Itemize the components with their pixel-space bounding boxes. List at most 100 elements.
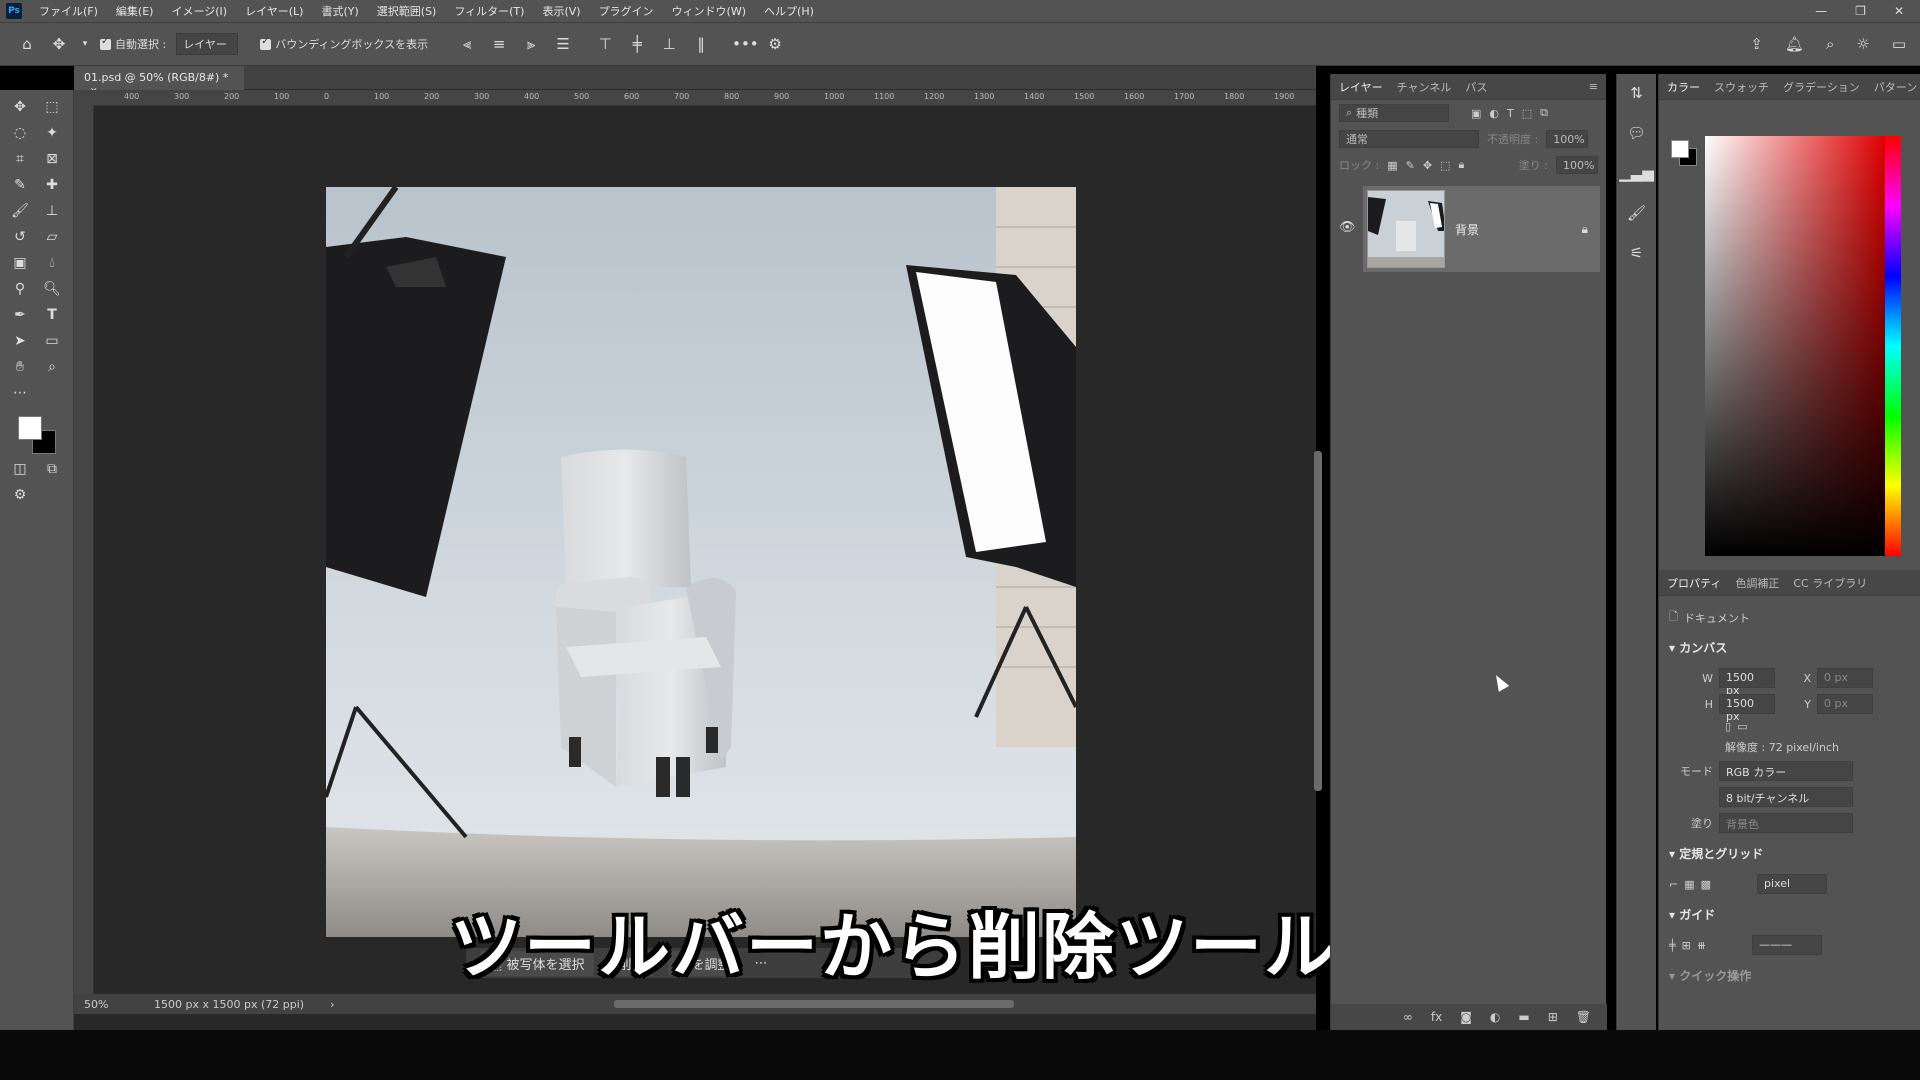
menu-select[interactable]: 選択範囲(S)	[368, 3, 446, 19]
path-select-tool-icon[interactable]: ➤	[4, 328, 36, 354]
gradient-tool-icon[interactable]: ▣	[4, 250, 36, 276]
adjustment-layer-icon[interactable]: ◐	[1490, 1010, 1500, 1024]
quick-mask-icon[interactable]: ◫	[4, 456, 36, 482]
burn-tool-icon[interactable]: ⚲	[4, 276, 36, 302]
auto-select-checkbox[interactable]: 自動選択 :	[100, 36, 166, 52]
distribute-vertical-icon[interactable]: ‖	[690, 35, 712, 53]
close-button[interactable]: ✕	[1894, 4, 1904, 18]
workspace-icon[interactable]: ▭	[1892, 35, 1906, 53]
canvas-image[interactable]	[326, 187, 1076, 937]
color-mode-dropdown[interactable]: RGB カラー	[1719, 761, 1853, 781]
foreground-color-swatch[interactable]	[1671, 140, 1689, 158]
screen-mode-icon[interactable]: ⧉	[36, 456, 68, 482]
crop-tool-icon[interactable]: ⌗	[4, 146, 36, 172]
lock-position-icon[interactable]: ✥	[1423, 159, 1432, 172]
blend-mode-dropdown[interactable]: 通常	[1339, 130, 1479, 148]
canvas-section-title[interactable]: ▾ カンバス	[1669, 633, 1910, 662]
menu-image[interactable]: イメージ(I)	[162, 3, 236, 19]
align-left-icon[interactable]: ⫷	[456, 35, 478, 53]
ruler-icon[interactable]: ⌐	[1669, 878, 1678, 891]
width-field[interactable]: 1500 px	[1719, 668, 1775, 697]
lock-pixels-icon[interactable]: ✎	[1406, 159, 1415, 172]
layer-name[interactable]: 背景	[1455, 221, 1479, 238]
bell-icon[interactable]: 🔔︎	[1785, 35, 1804, 53]
x-field[interactable]: 0 px	[1817, 668, 1873, 688]
tab-gradients[interactable]: グラデーション	[1783, 79, 1860, 95]
filter-adjustment-icon[interactable]: ◐	[1489, 107, 1499, 120]
marquee-tool-icon[interactable]: ⬚	[36, 94, 68, 120]
share-icon[interactable]: ⇪	[1750, 35, 1763, 53]
align-right-icon[interactable]: ⫸	[520, 35, 542, 53]
color-swatches[interactable]	[14, 410, 73, 456]
menu-plugins[interactable]: プラグイン	[590, 3, 663, 19]
discover-icon[interactable]: ☼	[1856, 35, 1869, 53]
menu-file[interactable]: ファイル(F)	[30, 3, 107, 19]
chevron-down-icon[interactable]: ▾	[80, 39, 90, 49]
smart-guide-icon[interactable]: ⧻	[1697, 939, 1706, 952]
hand-tool-icon[interactable]: ✋︎	[4, 354, 36, 380]
add-mask-icon[interactable]: ◙	[1460, 1010, 1472, 1024]
group-icon[interactable]: ▬	[1518, 1010, 1529, 1024]
rectangle-tool-icon[interactable]: ▭	[36, 328, 68, 354]
align-bottom-icon[interactable]: ⊥	[658, 35, 680, 53]
new-layer-icon[interactable]: ⊞	[1548, 1010, 1558, 1024]
menu-help[interactable]: ヘルプ(H)	[755, 3, 823, 19]
lock-transparent-icon[interactable]: ▦	[1387, 159, 1397, 172]
panel-menu-icon[interactable]: ≡	[1589, 80, 1598, 93]
tab-color[interactable]: カラー	[1667, 79, 1700, 95]
zoom-level[interactable]: 50%	[74, 998, 134, 1011]
checkbox-icon[interactable]	[260, 36, 272, 50]
filter-pixel-icon[interactable]: ▣	[1471, 107, 1481, 120]
menu-view[interactable]: 表示(V)	[533, 3, 589, 19]
height-field[interactable]: 1500 px	[1719, 694, 1775, 723]
menu-edit[interactable]: 編集(E)	[107, 3, 163, 19]
opacity-field[interactable]: 100%	[1546, 130, 1589, 148]
eye-icon[interactable]: 👁︎	[1339, 220, 1356, 235]
pixel-grid-icon[interactable]: ▩	[1701, 878, 1711, 891]
eyedropper-tool-icon[interactable]: ✎	[4, 172, 36, 198]
eraser-tool-icon[interactable]: ▱	[36, 224, 68, 250]
zoom-tool-icon[interactable]: ⌕	[36, 354, 68, 380]
pen-tool-icon[interactable]: ✒	[4, 302, 36, 328]
align-top-icon[interactable]: ⊤	[594, 35, 616, 53]
grid-icon[interactable]: ▦	[1684, 878, 1694, 891]
histogram-panel-icon[interactable]: ▁▃▅	[1619, 164, 1654, 182]
hue-slider[interactable]	[1885, 136, 1901, 556]
tab-patterns[interactable]: パターン	[1874, 79, 1917, 95]
ruler-unit-dropdown[interactable]: pixel	[1757, 874, 1828, 894]
align-middle-icon[interactable]: ╪	[626, 35, 648, 53]
layer-kind-filter[interactable]: ⌕ 種類	[1339, 104, 1449, 122]
history-panel-icon[interactable]: ⇅	[1630, 84, 1643, 102]
menu-layer[interactable]: レイヤー(L)	[236, 3, 312, 19]
filter-shape-icon[interactable]: ⬚	[1522, 107, 1532, 120]
guide-style-dropdown[interactable]: ———	[1752, 935, 1823, 955]
move-tool-icon[interactable]: ✥	[4, 94, 36, 120]
filter-type-icon[interactable]: T	[1507, 107, 1514, 120]
landscape-icon[interactable]: ▭	[1737, 720, 1747, 733]
saturation-brightness-field[interactable]	[1705, 136, 1885, 556]
lasso-tool-icon[interactable]: ◌	[4, 120, 36, 146]
restore-button[interactable]: ❐	[1855, 4, 1866, 18]
home-icon[interactable]: ⌂	[16, 35, 38, 53]
canvas-fill-dropdown[interactable]: 背景色	[1719, 813, 1853, 833]
align-center-icon[interactable]: ≡	[488, 35, 510, 53]
minimize-button[interactable]: —	[1815, 4, 1827, 18]
link-layers-icon[interactable]: ∞	[1403, 1010, 1413, 1024]
portrait-icon[interactable]: ▯	[1725, 720, 1731, 733]
y-field[interactable]: 0 px	[1817, 694, 1873, 714]
tab-cc-libraries[interactable]: CC ライブラリ	[1793, 575, 1867, 591]
guides-section-title[interactable]: ▾ ガイド	[1669, 900, 1910, 929]
distribute-icon[interactable]: ☰	[552, 35, 574, 53]
guide-icon[interactable]: ╪	[1669, 939, 1676, 952]
brush-tool-icon[interactable]: 🖌︎	[4, 198, 36, 224]
adjustments-panel-icon[interactable]: ⚟	[1630, 244, 1643, 262]
move-tool-icon[interactable]: ✥	[48, 35, 70, 53]
type-tool-icon[interactable]: T	[36, 302, 68, 328]
bit-depth-dropdown[interactable]: 8 bit/チャンネル	[1719, 787, 1853, 807]
rulers-grid-section-title[interactable]: ▾ 定規とグリッド	[1669, 839, 1910, 868]
auto-select-target-dropdown[interactable]: レイヤー	[176, 33, 239, 55]
guide-layout-icon[interactable]: ⊞	[1682, 939, 1691, 952]
chevron-right-icon[interactable]: ›	[330, 998, 334, 1011]
tab-channels[interactable]: チャンネル	[1397, 79, 1452, 95]
tab-layers[interactable]: レイヤー	[1339, 79, 1383, 95]
